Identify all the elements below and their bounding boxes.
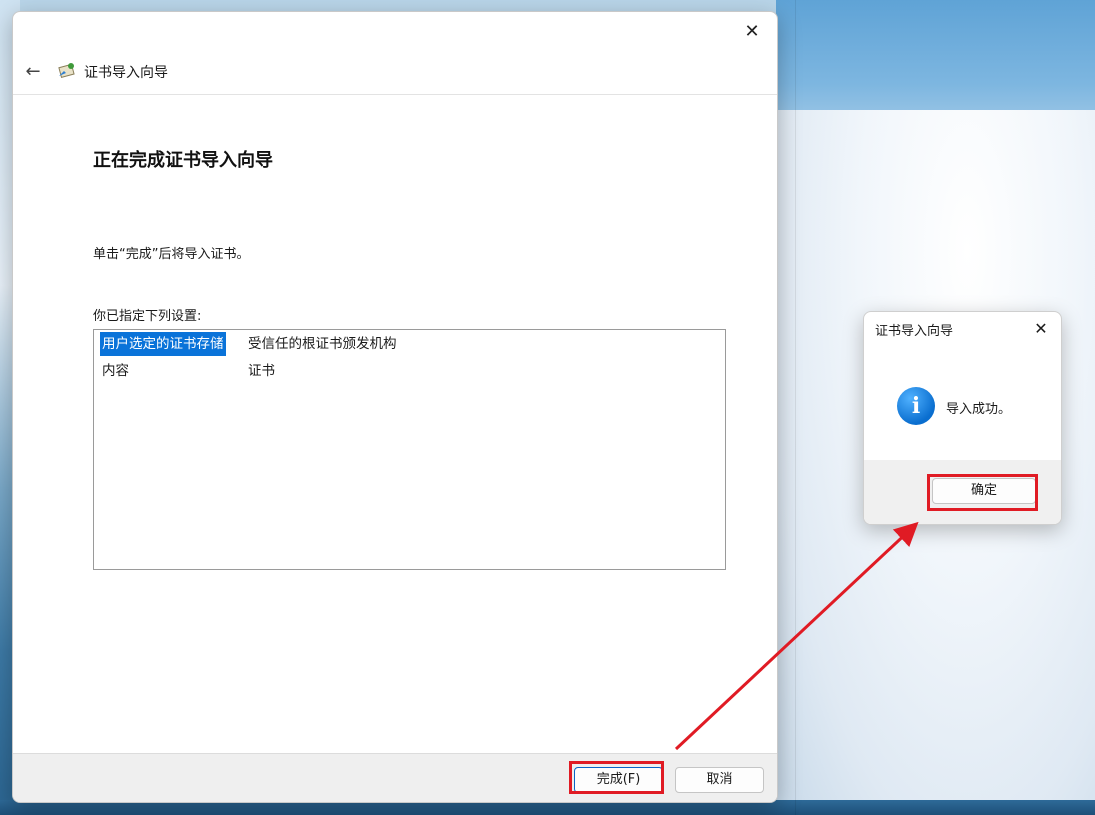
annotation-arrow xyxy=(674,521,919,751)
arrow-line xyxy=(674,521,919,751)
